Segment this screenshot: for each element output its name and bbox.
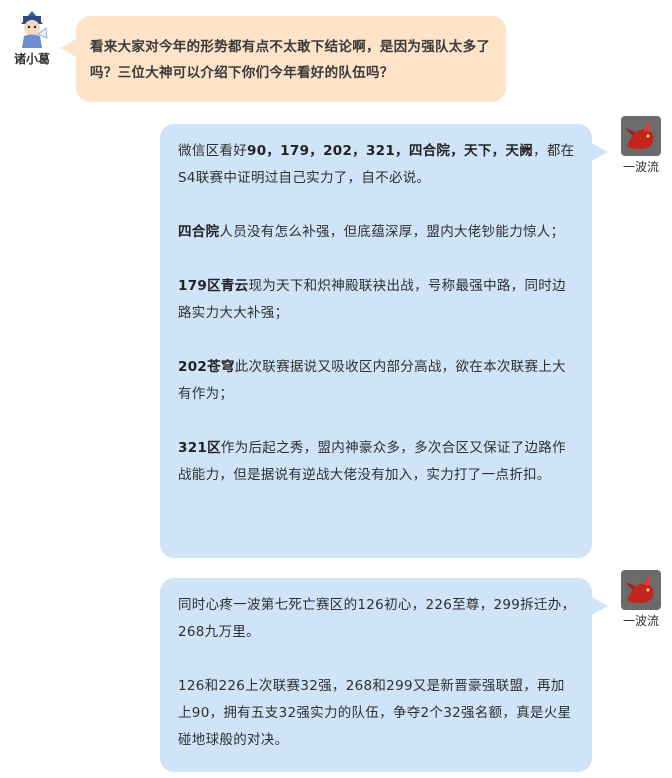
text-segment: 微信区看好 (178, 143, 247, 159)
team-name: 四合院 (178, 224, 220, 240)
answer-author[interactable]: 一波流 (611, 116, 671, 175)
question-author[interactable]: 诸小葛 (2, 8, 62, 67)
answer-paragraph: 321区作为后起之秀，盟内神豪众多，多次合区又保证了边路作战能力，但是据说有逆战… (178, 435, 576, 489)
answer-paragraph: 微信区看好90，179，202，321，四合院，天下，天阙，都在S4联赛中证明过… (178, 138, 576, 192)
team-description: 人员没有怎么补强，但底蕴深厚，盟内大佬钞能力惊人； (219, 224, 565, 240)
answer-paragraph: 126和226上次联赛32强，268和299又是新晋豪强联盟，再加上90，拥有五… (178, 678, 572, 748)
team-name: 179区青云 (178, 278, 249, 294)
answer-author[interactable]: 一波流 (611, 570, 671, 629)
answer-paragraph: 179区青云现为天下和炽神殿联袂出战，号称最强中路，同时边路实力大大补强； (178, 273, 576, 327)
answer-bubble: 同时心疼一波第七死亡赛区的126初心，226至尊，299拆迁办，268九万里。 … (160, 578, 608, 772)
author-name: 一波流 (622, 614, 659, 628)
author-name: 一波流 (622, 160, 659, 174)
team-name: 321区 (178, 440, 221, 456)
author-name: 诸小葛 (13, 52, 50, 66)
answer-paragraph: 202苍穹此次联赛据说又吸收区内部分高战，欲在本次联赛上大有作为； (178, 354, 576, 408)
answer-bubble: 微信区看好90，179，202，321，四合院，天下，天阙，都在S4联赛中证明过… (160, 124, 608, 558)
bold-teams: 90，179，202，321，四合院，天下，天阙 (247, 143, 534, 159)
question-text: 看来大家对今年的形势都有点不太敢下结论啊，是因为强队太多了吗？三位大神可以介绍下… (90, 39, 491, 81)
dragon-avatar[interactable] (621, 116, 661, 156)
answer-paragraph: 四合院人员没有怎么补强，但底蕴深厚，盟内大佬钞能力惊人； (178, 219, 576, 246)
advisor-avatar[interactable] (12, 8, 52, 48)
dragon-avatar[interactable] (621, 570, 661, 610)
question-bubble: 看来大家对今年的形势都有点不太敢下结论啊，是因为强队太多了吗？三位大神可以介绍下… (60, 16, 506, 102)
answer-paragraph: 同时心疼一波第七死亡赛区的126初心，226至尊，299拆迁办，268九万里。 (178, 597, 576, 640)
team-description: 作为后起之秀，盟内神豪众多，多次合区又保证了边路作战能力，但是据说有逆战大佬没有… (178, 440, 566, 483)
team-description: 此次联赛据说又吸收区内部分高战，欲在本次联赛上大有作为； (178, 359, 566, 402)
team-name: 202苍穹 (178, 359, 235, 375)
